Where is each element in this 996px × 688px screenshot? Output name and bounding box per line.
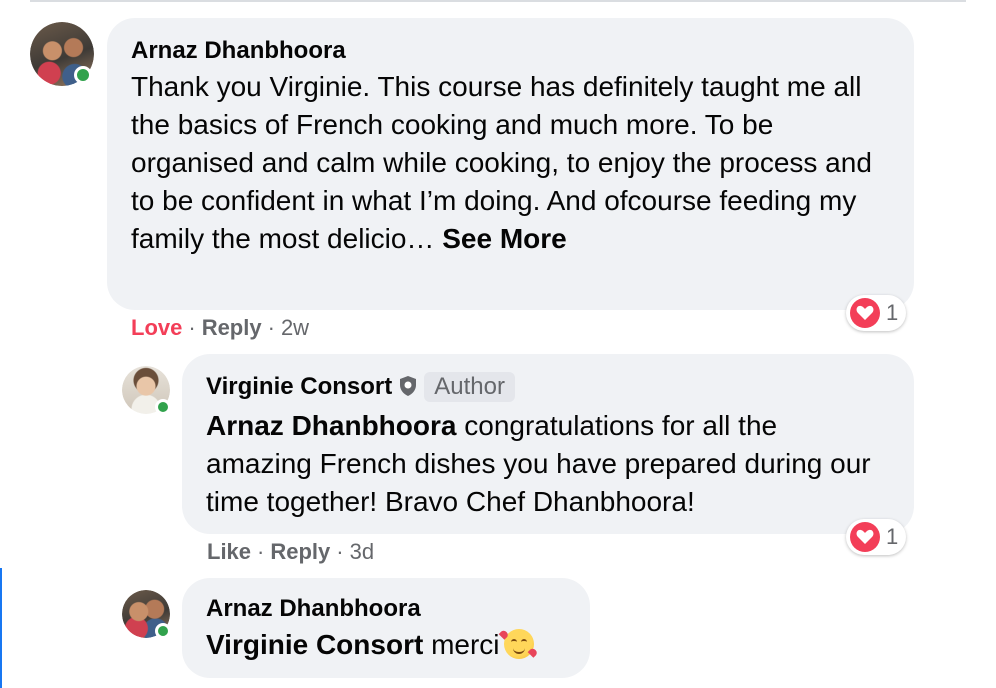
online-status-icon xyxy=(74,66,92,84)
reaction-summary[interactable]: 1 xyxy=(846,295,907,331)
comment-bubble: Virginie Consort Author Arnaz Dhanbhoora … xyxy=(182,354,914,534)
comment-author-line: Virginie Consort Author xyxy=(206,372,890,405)
timestamp[interactable]: 3d xyxy=(350,539,374,564)
mention-link[interactable]: Virginie Consort xyxy=(206,629,423,660)
mention-link[interactable]: Arnaz Dhanbhoora xyxy=(206,410,456,441)
love-reaction-link[interactable]: Love xyxy=(131,315,182,340)
like-link[interactable]: Like xyxy=(207,539,251,564)
comment-author[interactable]: Arnaz Dhanbhoora xyxy=(206,594,566,624)
timestamp[interactable]: 2w xyxy=(281,315,309,340)
reaction-count: 1 xyxy=(886,300,899,325)
top-divider xyxy=(30,0,966,2)
reply-link[interactable]: Reply xyxy=(202,315,262,340)
comment-actions: Like · Reply · 3d xyxy=(207,539,375,564)
comment-actions: Love · Reply · 2w xyxy=(131,315,310,340)
author-badge: Author xyxy=(424,372,515,402)
reply-link[interactable]: Reply xyxy=(270,539,330,564)
comment-bubble: Arnaz Dhanbhoora Thank you Virginie. Thi… xyxy=(107,18,914,310)
shield-icon xyxy=(398,375,418,405)
thread-highlight-line xyxy=(0,568,2,688)
see-more-link[interactable]: See More xyxy=(442,223,567,254)
comment-author[interactable]: Arnaz Dhanbhoora xyxy=(131,36,890,66)
comment-author[interactable]: Virginie Consort xyxy=(206,373,392,400)
smiling-face-with-hearts-emoji-icon xyxy=(503,629,534,659)
comment-text: Arnaz Dhanbhoora congratulations for all… xyxy=(206,407,890,521)
online-status-icon xyxy=(155,399,171,415)
online-status-icon xyxy=(155,623,171,639)
comment-text: Thank you Virginie. This course has defi… xyxy=(131,68,890,258)
heart-reaction-icon xyxy=(850,298,880,328)
heart-reaction-icon xyxy=(850,522,880,552)
comment-body: merci xyxy=(423,629,500,660)
comment-bubble: Arnaz Dhanbhoora Virginie Consort merci xyxy=(182,578,590,678)
reaction-count: 1 xyxy=(886,524,899,549)
comment-text: Virginie Consort merci xyxy=(206,626,566,664)
reaction-summary[interactable]: 1 xyxy=(846,519,907,555)
